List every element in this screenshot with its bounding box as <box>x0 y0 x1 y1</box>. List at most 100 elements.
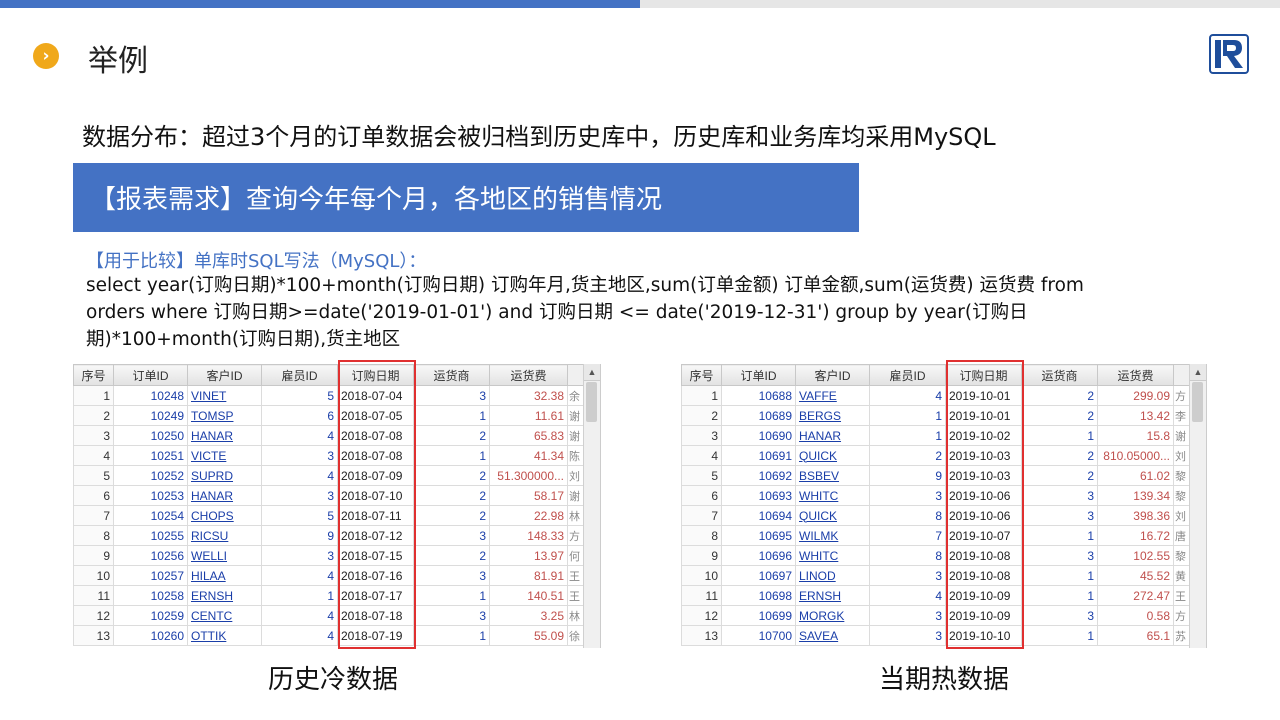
scroll-thumb[interactable] <box>1192 382 1203 422</box>
table-row[interactable]: 2 10249 TOMSP 6 2018-07-05 1 11.61 谢 <box>73 405 584 426</box>
freight-cell[interactable]: 272.47 <box>1097 585 1174 606</box>
order-id-cell[interactable]: 10252 <box>113 465 188 486</box>
freight-cell[interactable]: 58.17 <box>489 485 568 506</box>
freight-cell[interactable]: 61.02 <box>1097 465 1174 486</box>
customer-id-cell[interactable]: MORGK <box>795 605 870 626</box>
order-id-cell[interactable]: 10692 <box>721 465 796 486</box>
truncated-column-cell[interactable]: 方 <box>1173 605 1190 626</box>
truncated-column-cell[interactable]: 王 <box>567 585 584 606</box>
table-row[interactable]: 7 10694 QUICK 8 2019-10-06 3 398.36 刘 <box>681 505 1190 526</box>
column-header[interactable]: 订单ID <box>721 364 796 386</box>
truncated-column-cell[interactable]: 谢 <box>567 485 584 506</box>
employee-id-cell[interactable]: 1 <box>261 585 338 606</box>
shipper-cell[interactable]: 2 <box>1021 405 1098 426</box>
employee-id-cell[interactable]: 4 <box>261 605 338 626</box>
customer-id-cell[interactable]: HANAR <box>795 425 870 446</box>
table-row[interactable]: 7 10254 CHOPS 5 2018-07-11 2 22.98 林 <box>73 505 584 526</box>
customer-id-cell[interactable]: QUICK <box>795 505 870 526</box>
freight-cell[interactable]: 13.97 <box>489 545 568 566</box>
truncated-column-cell[interactable]: 黎 <box>1173 465 1190 486</box>
freight-cell[interactable]: 13.42 <box>1097 405 1174 426</box>
truncated-column-cell[interactable]: 黄 <box>1173 565 1190 586</box>
order-id-cell[interactable]: 10249 <box>113 405 188 426</box>
employee-id-cell[interactable]: 6 <box>261 405 338 426</box>
row-number-cell[interactable]: 9 <box>681 545 722 566</box>
vertical-scrollbar[interactable]: ▲ <box>583 364 600 648</box>
customer-id-cell[interactable]: WHITC <box>795 545 870 566</box>
truncated-column-cell[interactable]: 王 <box>567 565 584 586</box>
customer-id-cell[interactable]: CHOPS <box>187 505 262 526</box>
employee-id-cell[interactable]: 1 <box>869 425 946 446</box>
shipper-cell[interactable]: 2 <box>413 545 490 566</box>
truncated-column-cell[interactable]: 方 <box>567 525 584 546</box>
freight-cell[interactable]: 65.1 <box>1097 625 1174 646</box>
table-row[interactable]: 4 10691 QUICK 2 2019-10-03 2 810.05000... 刘 <box>681 445 1190 466</box>
customer-id-cell[interactable]: WHITC <box>795 485 870 506</box>
order-id-cell[interactable]: 10697 <box>721 565 796 586</box>
shipper-cell[interactable]: 3 <box>1021 605 1098 626</box>
table-row[interactable]: 5 10692 BSBEV 9 2019-10-03 2 61.02 黎 <box>681 465 1190 486</box>
employee-id-cell[interactable]: 2 <box>869 445 946 466</box>
employee-id-cell[interactable]: 4 <box>869 585 946 606</box>
table-row[interactable]: 13 10700 SAVEA 3 2019-10-10 1 65.1 苏 <box>681 625 1190 646</box>
freight-cell[interactable]: 51.300000... <box>489 465 568 486</box>
column-header[interactable]: 运货商 <box>413 364 490 386</box>
row-number-cell[interactable]: 6 <box>73 485 114 506</box>
truncated-column-cell[interactable]: 刘 <box>1173 445 1190 466</box>
freight-cell[interactable]: 0.58 <box>1097 605 1174 626</box>
shipper-cell[interactable]: 2 <box>1021 445 1098 466</box>
order-id-cell[interactable]: 10254 <box>113 505 188 526</box>
table-row[interactable]: 6 10693 WHITC 3 2019-10-06 3 139.34 黎 <box>681 485 1190 506</box>
order-id-cell[interactable]: 10256 <box>113 545 188 566</box>
order-id-cell[interactable]: 10691 <box>721 445 796 466</box>
freight-cell[interactable]: 45.52 <box>1097 565 1174 586</box>
shipper-cell[interactable]: 3 <box>413 525 490 546</box>
truncated-column-cell[interactable]: 陈 <box>567 445 584 466</box>
truncated-column-cell[interactable]: 方 <box>1173 385 1190 406</box>
order-id-cell[interactable]: 10250 <box>113 425 188 446</box>
shipper-cell[interactable]: 3 <box>413 385 490 406</box>
customer-id-cell[interactable]: SAVEA <box>795 625 870 646</box>
truncated-column-cell[interactable]: 黎 <box>1173 485 1190 506</box>
shipper-cell[interactable]: 3 <box>1021 505 1098 526</box>
truncated-column-cell[interactable]: 王 <box>1173 585 1190 606</box>
customer-id-cell[interactable]: SUPRD <box>187 465 262 486</box>
shipper-cell[interactable]: 3 <box>413 565 490 586</box>
employee-id-cell[interactable]: 9 <box>869 465 946 486</box>
freight-cell[interactable]: 32.38 <box>489 385 568 406</box>
order-id-cell[interactable]: 10699 <box>721 605 796 626</box>
customer-id-cell[interactable]: HANAR <box>187 485 262 506</box>
employee-id-cell[interactable]: 5 <box>261 385 338 406</box>
freight-cell[interactable]: 65.83 <box>489 425 568 446</box>
employee-id-cell[interactable]: 3 <box>261 545 338 566</box>
order-id-cell[interactable]: 10694 <box>721 505 796 526</box>
table-row[interactable]: 11 10258 ERNSH 1 2018-07-17 1 140.51 王 <box>73 585 584 606</box>
freight-cell[interactable]: 299.09 <box>1097 385 1174 406</box>
freight-cell[interactable]: 140.51 <box>489 585 568 606</box>
customer-id-cell[interactable]: TOMSP <box>187 405 262 426</box>
table-row[interactable]: 13 10260 OTTIK 4 2018-07-19 1 55.09 徐 <box>73 625 584 646</box>
customer-id-cell[interactable]: WILMK <box>795 525 870 546</box>
order-id-cell[interactable]: 10695 <box>721 525 796 546</box>
order-id-cell[interactable]: 10260 <box>113 625 188 646</box>
table-row[interactable]: 6 10253 HANAR 3 2018-07-10 2 58.17 谢 <box>73 485 584 506</box>
table-row[interactable]: 10 10697 LINOD 3 2019-10-08 1 45.52 黄 <box>681 565 1190 586</box>
customer-id-cell[interactable]: QUICK <box>795 445 870 466</box>
freight-cell[interactable]: 3.25 <box>489 605 568 626</box>
shipper-cell[interactable]: 2 <box>1021 465 1098 486</box>
customer-id-cell[interactable]: OTTIK <box>187 625 262 646</box>
row-number-cell[interactable]: 12 <box>73 605 114 626</box>
employee-id-cell[interactable]: 3 <box>261 445 338 466</box>
order-id-cell[interactable]: 10259 <box>113 605 188 626</box>
scroll-thumb[interactable] <box>586 382 597 422</box>
column-header[interactable]: 雇员ID <box>869 364 946 386</box>
shipper-cell[interactable]: 3 <box>413 605 490 626</box>
truncated-column-cell[interactable]: 刘 <box>1173 505 1190 526</box>
row-number-cell[interactable]: 1 <box>681 385 722 406</box>
order-id-cell[interactable]: 10690 <box>721 425 796 446</box>
column-header[interactable]: 客户ID <box>187 364 262 386</box>
customer-id-cell[interactable]: BERGS <box>795 405 870 426</box>
employee-id-cell[interactable]: 3 <box>869 625 946 646</box>
table-row[interactable]: 9 10256 WELLI 3 2018-07-15 2 13.97 何 <box>73 545 584 566</box>
shipper-cell[interactable]: 1 <box>413 445 490 466</box>
